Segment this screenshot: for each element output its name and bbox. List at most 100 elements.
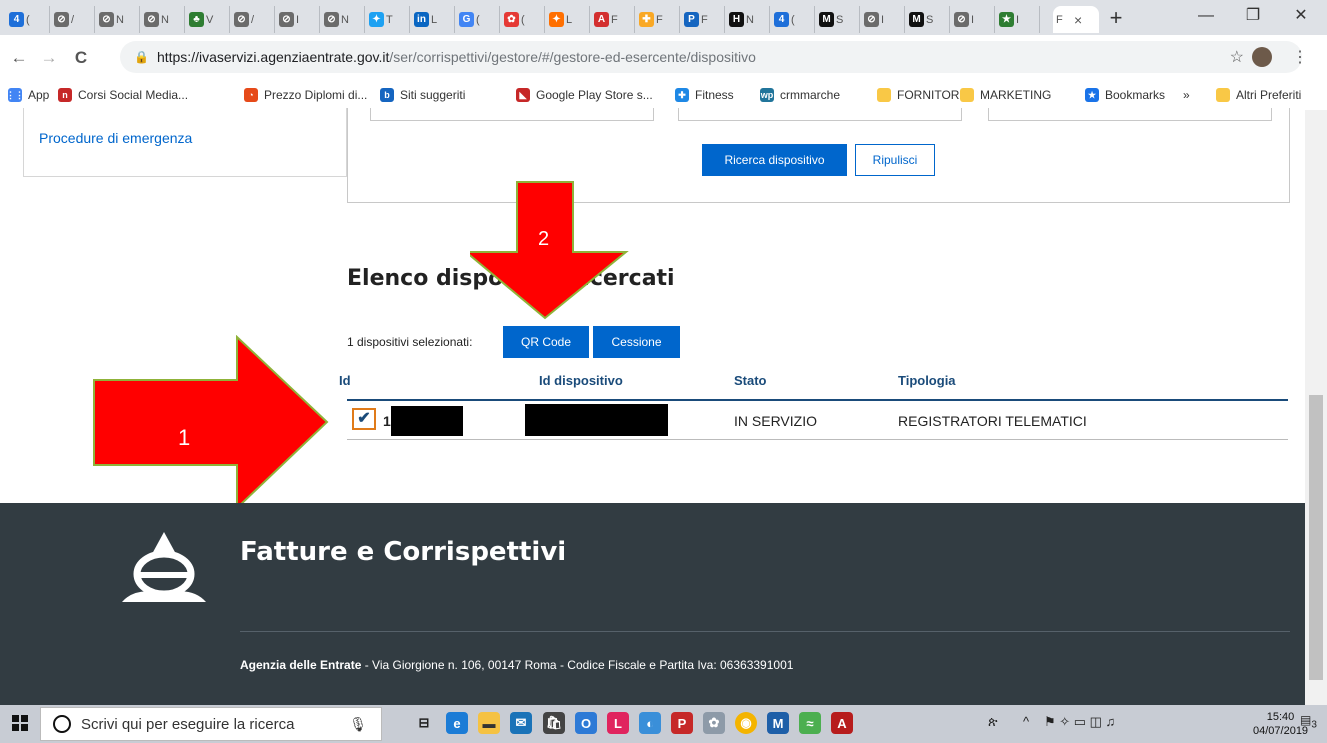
scrollbar-thumb[interactable] — [1309, 395, 1323, 680]
app-navy-icon[interactable]: M — [767, 712, 789, 734]
table-row[interactable]: 1 IN SERVIZIO REGISTRATORI TELEMATICI — [347, 401, 1288, 440]
bookmark-item[interactable]: b Siti suggeriti — [380, 86, 465, 104]
tab-6[interactable]: ⊘ I — [276, 6, 320, 33]
bookmark-item[interactable]: n Corsi Social Media... — [58, 86, 188, 104]
search-field-2[interactable] — [678, 108, 962, 121]
tab-label: / — [251, 13, 255, 26]
browser-toolbar: ← → C 🔒 https://ivaservizi.agenziaentrat… — [0, 35, 1327, 81]
bookmark-item[interactable]: ★ Bookmarks — [1085, 86, 1165, 104]
tab-favicon-icon: ⊘ — [144, 12, 159, 27]
bookmark-item[interactable]: ◔ Prezzo Diplomi di... — [244, 86, 367, 104]
bookmark-icon: ✚ — [675, 88, 689, 102]
new-tab-button[interactable]: + — [1103, 6, 1129, 32]
tab-9[interactable]: in L — [411, 6, 455, 33]
qr-code-button[interactable]: QR Code — [503, 326, 589, 358]
bookmark-icon: b — [380, 88, 394, 102]
search-field-3[interactable] — [988, 108, 1272, 121]
tab-label: V — [206, 13, 214, 26]
tab-13[interactable]: AF — [591, 6, 635, 33]
tab-5[interactable]: ⊘ / — [231, 6, 275, 33]
bookmark-item[interactable]: FORNITORI — [877, 86, 963, 104]
tab-8[interactable]: ✦ T — [366, 6, 410, 33]
windows-search-box[interactable]: Scrivi qui per eseguire la ricerca 🎙 — [40, 707, 382, 741]
app-pink-icon[interactable]: L — [607, 712, 629, 734]
bookmark-label: Corsi Social Media... — [78, 88, 189, 102]
tab-favicon-icon: ★ — [999, 12, 1014, 27]
tab-7[interactable]: ⊘ N — [321, 6, 365, 33]
tab-1[interactable]: ⊘ / — [51, 6, 95, 33]
tab-active[interactable]: F × — [1053, 6, 1099, 33]
tab-4[interactable]: ♣ V — [186, 6, 230, 33]
column-header-device-id[interactable]: Id dispositivo — [539, 373, 623, 388]
bookmark-item[interactable]: ⋮⋮ App — [6, 86, 49, 104]
tab-21[interactable]: ⊘ I — [951, 6, 995, 33]
edge-icon[interactable]: e — [446, 712, 468, 734]
app-blue-icon[interactable]: ◐ — [639, 712, 661, 734]
app-red-icon[interactable]: P — [671, 712, 693, 734]
tab-16[interactable]: HN — [726, 6, 770, 33]
column-header-status[interactable]: Stato — [734, 373, 767, 388]
minimize-button[interactable]: — — [1183, 0, 1229, 32]
store-icon[interactable]: 🛍 — [543, 712, 565, 734]
tab-favicon-icon: G — [459, 12, 474, 27]
bookmark-item[interactable]: wp crmmarche — [760, 86, 840, 104]
bookmark-star-icon[interactable]: ☆ — [1230, 47, 1244, 67]
microphone-icon[interactable]: 🎙 — [349, 716, 367, 733]
other-bookmarks[interactable]: Altri Preferiti — [1216, 86, 1301, 104]
tab-favicon-icon: ⊘ — [54, 12, 69, 27]
profile-avatar[interactable] — [1252, 47, 1272, 67]
clear-button[interactable]: Ripulisci — [855, 144, 935, 176]
wifi-app-icon[interactable]: ≈ — [799, 712, 821, 734]
sidebar-menu: Procedure di emergenza — [23, 108, 347, 177]
tab-10[interactable]: G( — [456, 6, 500, 33]
forward-button[interactable]: → — [38, 47, 60, 69]
tab-11[interactable]: ✿( — [501, 6, 545, 33]
tab-17[interactable]: 4( — [771, 6, 815, 33]
tab-20[interactable]: MS — [906, 6, 950, 33]
tab-22[interactable]: ★ I — [996, 6, 1040, 33]
row-checkbox[interactable]: ✔ — [352, 408, 376, 430]
app-grey-icon[interactable]: ✿ — [703, 712, 725, 734]
notifications-icon[interactable]: ▤3 — [1300, 713, 1317, 730]
tab-18[interactable]: MS — [816, 6, 860, 33]
search-field-1[interactable] — [370, 108, 654, 121]
tab-label: I — [971, 13, 975, 26]
outlook-icon[interactable]: O — [575, 712, 597, 734]
column-header-type[interactable]: Tipologia — [898, 373, 956, 388]
mail-icon[interactable]: ✉ — [510, 712, 532, 734]
task-view-icon[interactable]: ⊟ — [413, 712, 435, 734]
column-header-id[interactable]: Id — [339, 373, 351, 388]
back-button[interactable]: ← — [8, 47, 30, 69]
tab-12[interactable]: ✦ L — [546, 6, 590, 33]
tab-15[interactable]: PF — [681, 6, 725, 33]
tab-2[interactable]: ⊘ N — [96, 6, 140, 33]
tray-expand-icon[interactable]: ^ — [1023, 714, 1029, 729]
tray-icons[interactable]: ⚑ ✧ ▭ ◫ ♫ — [1044, 714, 1115, 730]
tab-close-icon[interactable]: × — [1074, 12, 1082, 28]
chrome-menu-icon[interactable]: ⋮ — [1292, 47, 1308, 67]
bookmark-item[interactable]: ✚ Fitness — [675, 86, 734, 104]
sidebar-link-emergency[interactable]: Procedure di emergenza — [39, 130, 192, 146]
windows-start-icon[interactable] — [12, 715, 28, 731]
tab-3[interactable]: ⊘ N — [141, 6, 185, 33]
tab-14[interactable]: ✚ F — [636, 6, 680, 33]
transfer-button[interactable]: Cessione — [593, 326, 680, 358]
chrome-icon[interactable]: ◉ — [735, 712, 757, 734]
other-bookmarks-label: Altri Preferiti — [1236, 88, 1302, 102]
close-window-button[interactable]: ✕ — [1278, 0, 1324, 32]
restore-button[interactable]: ❐ — [1230, 0, 1276, 32]
tab-19[interactable]: ⊘ I — [861, 6, 905, 33]
tab-favicon-icon: ♣ — [189, 12, 204, 27]
tab-label: I — [296, 13, 300, 26]
bookmark-item[interactable]: MARKETING — [960, 86, 1051, 104]
search-device-button[interactable]: Ricerca dispositivo — [702, 144, 847, 176]
file-explorer-icon[interactable]: ▬ — [478, 712, 500, 734]
people-icon[interactable]: ጵ — [988, 714, 998, 730]
more-bookmarks-button[interactable]: » — [1183, 86, 1190, 104]
access-icon[interactable]: A — [831, 712, 853, 734]
address-bar[interactable]: 🔒 https://ivaservizi.agenziaentrate.gov.… — [120, 41, 1302, 73]
reload-button[interactable]: C — [70, 47, 92, 69]
bookmark-item[interactable]: ◣ Google Play Store s... — [516, 86, 653, 104]
tab-favicon-icon: ✦ — [549, 12, 564, 27]
tab-0[interactable]: 4( — [6, 6, 50, 33]
